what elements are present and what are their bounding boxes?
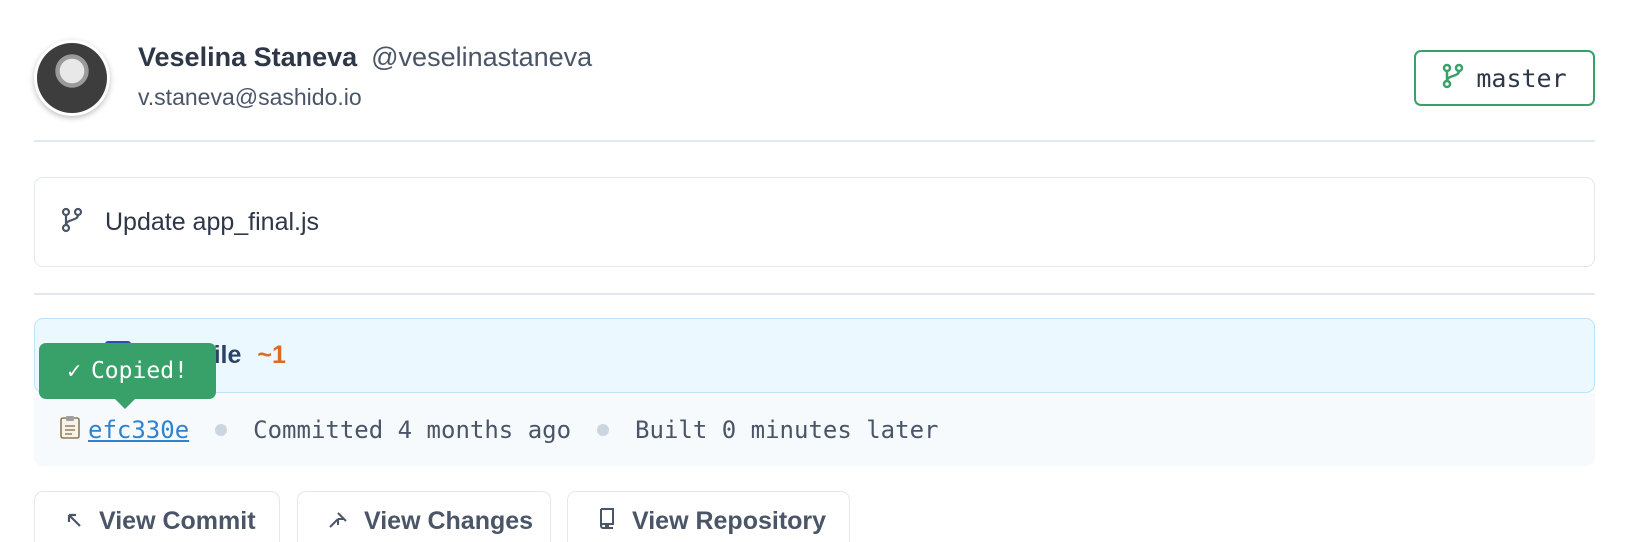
copied-tooltip: ✓ Copied!: [39, 343, 216, 409]
avatar: [34, 40, 110, 116]
clipboard-icon: [58, 414, 82, 446]
commit-author-header: Veselina Staneva @veselinastaneva v.stane…: [34, 40, 1595, 116]
view-commit-button[interactable]: View Commit: [34, 491, 280, 542]
view-commit-label: View Commit: [99, 507, 256, 535]
built-time: Built 0 minutes later: [635, 415, 939, 444]
commit-message: Update app_final.js: [105, 207, 320, 236]
view-repository-label: View Repository: [632, 507, 827, 535]
author-name-row: Veselina Staneva @veselinastaneva: [138, 42, 592, 73]
commit-message-box: Update app_final.js: [34, 177, 1595, 267]
divider: [34, 293, 1595, 295]
tooltip-text: Copied!: [90, 358, 188, 384]
git-branch-icon: [1442, 63, 1464, 94]
commit-hash: efc330e: [88, 415, 190, 444]
author-name: Veselina Staneva: [138, 42, 358, 72]
git-branch-icon: [61, 207, 83, 238]
copy-hash-link[interactable]: efc330e: [58, 414, 189, 446]
branch-label: master: [1476, 63, 1567, 93]
view-changes-button[interactable]: View Changes: [297, 491, 551, 542]
commit-meta: efc330e Committed 4 months ago Built 0 m…: [34, 393, 1595, 466]
branch-badge[interactable]: master: [1414, 50, 1595, 106]
arrow-up-left-icon: [65, 507, 83, 536]
avatar-image: [37, 43, 107, 113]
changes-summary[interactable]: ged 1 file ~1: [34, 318, 1595, 393]
separator-dot: [597, 423, 610, 436]
check-icon: ✓: [67, 358, 81, 384]
view-changes-label: View Changes: [364, 507, 534, 535]
view-repository-button[interactable]: View Repository: [567, 491, 850, 542]
author-email: v.staneva@sashido.io: [138, 84, 362, 110]
divider: [34, 140, 1595, 142]
separator-dot: [215, 423, 228, 436]
diff-arrows-icon: [328, 507, 348, 536]
committed-time: Committed 4 months ago: [253, 415, 572, 444]
changes-count: ~1: [257, 341, 286, 369]
repository-icon: [598, 507, 616, 536]
author-handle: @veselinastaneva: [371, 42, 593, 72]
